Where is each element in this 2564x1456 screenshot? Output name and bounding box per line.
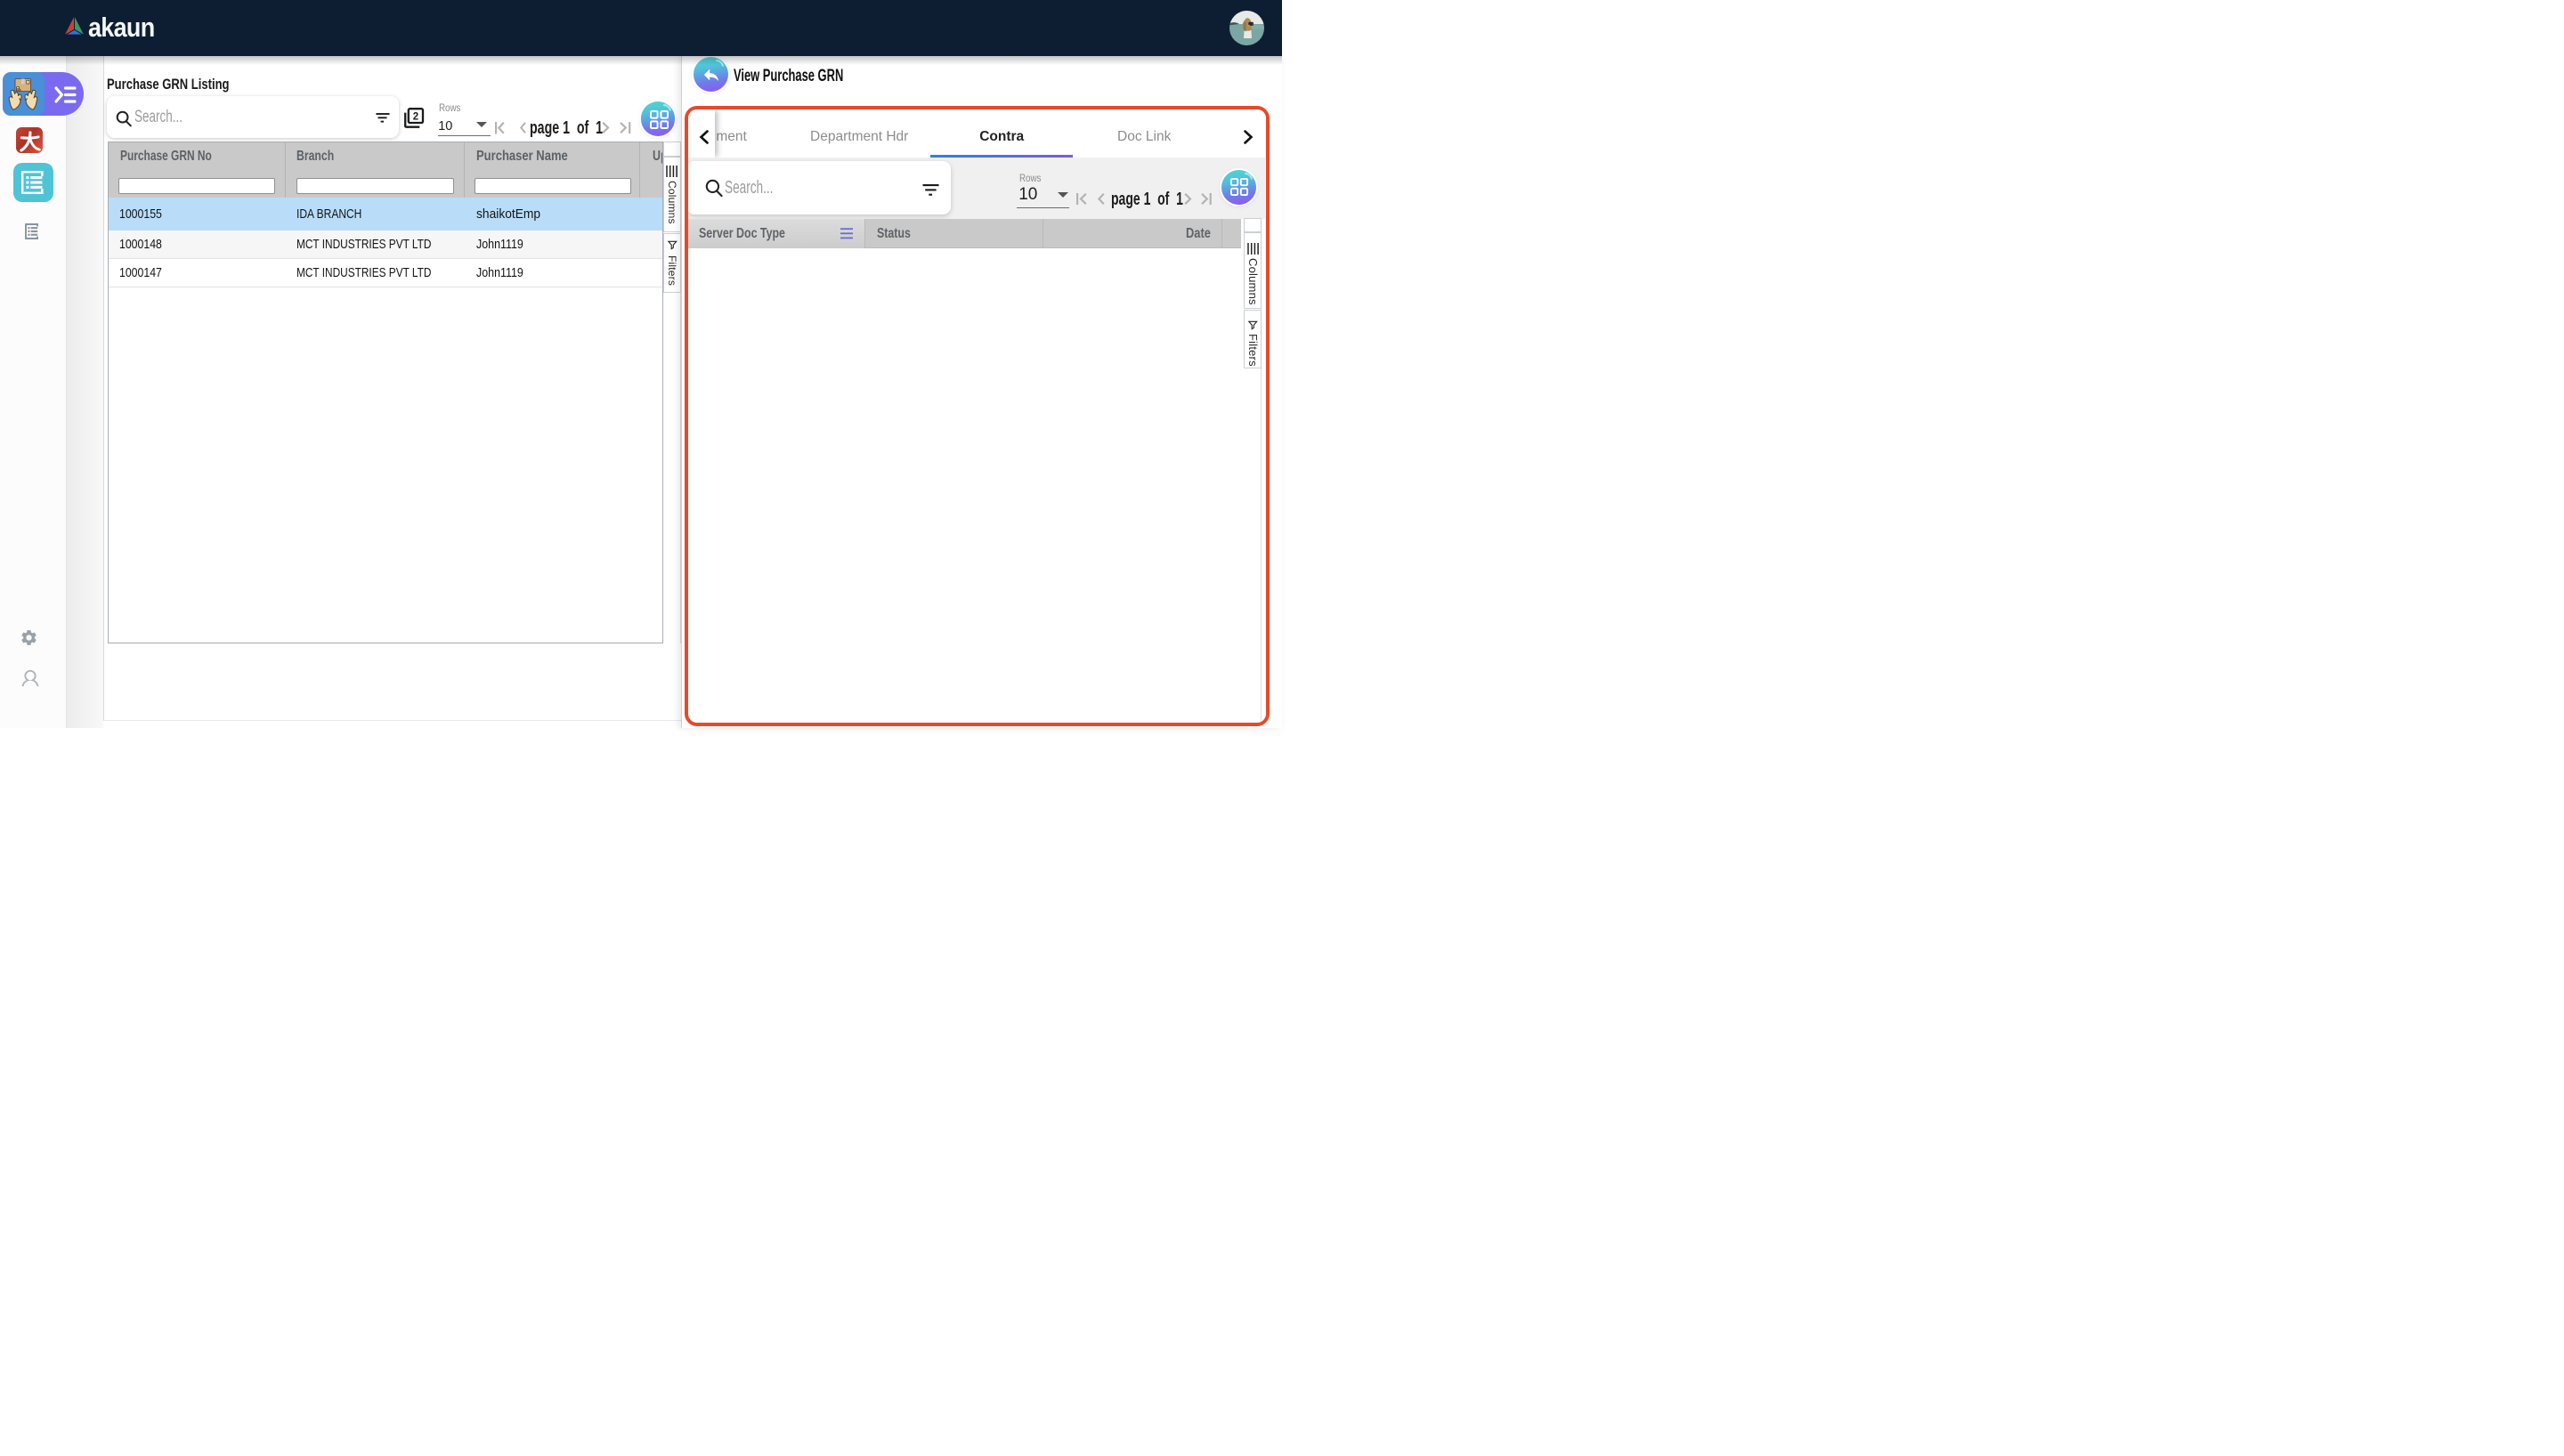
svg-text:2: 2 bbox=[413, 112, 418, 123]
